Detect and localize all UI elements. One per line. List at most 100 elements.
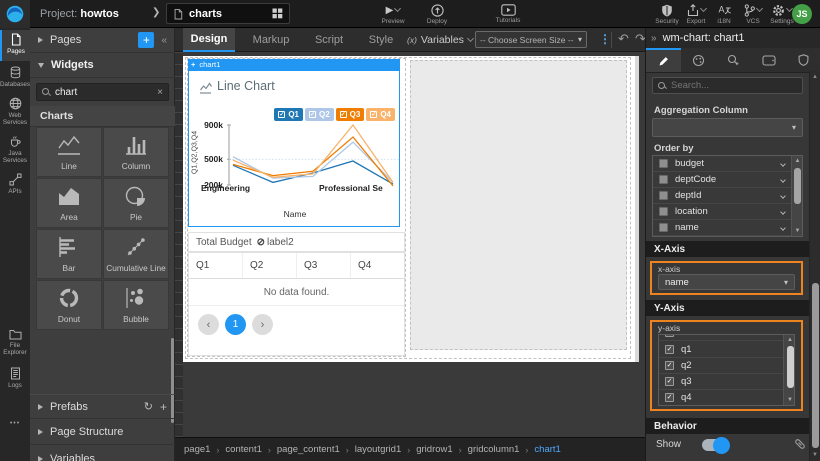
add-page-button[interactable]: + xyxy=(138,32,154,48)
breadcrumb-page1[interactable]: page1 xyxy=(184,444,210,455)
table-header-q3[interactable]: Q3 xyxy=(297,253,351,278)
order-item-deptcode[interactable]: deptCode xyxy=(653,172,791,188)
widget-bubble[interactable]: Bubble xyxy=(103,280,169,330)
scroll-up-icon[interactable]: ▲ xyxy=(810,74,820,80)
scroll-down-icon[interactable]: ▼ xyxy=(792,228,803,234)
move-handle-icon[interactable]: + xyxy=(191,60,195,69)
chevron-down-icon[interactable] xyxy=(780,161,786,167)
y-item-q3[interactable]: ✓q3 xyxy=(659,374,783,390)
variables-button[interactable]: (x) Variables xyxy=(407,34,473,46)
legend-checkbox-icon[interactable]: ✓ xyxy=(370,111,377,118)
breadcrumb-chart1[interactable]: chart1 xyxy=(534,444,560,455)
canvas-page[interactable]: + chart1 Line Chart ✓Q1 ✓Q2 ✓Q3 ✓Q4 Q1,Q… xyxy=(183,56,635,362)
rail-more-icon[interactable]: ••• xyxy=(0,420,30,427)
canvas-scrollbar[interactable] xyxy=(635,56,639,362)
legend-checkbox-icon[interactable]: ✓ xyxy=(309,111,316,118)
aggregation-column-select[interactable]: ▾ xyxy=(652,118,803,137)
y-item-partial[interactable] xyxy=(659,334,783,341)
widget-pie[interactable]: Pie xyxy=(103,178,169,228)
checkbox-icon[interactable] xyxy=(659,223,668,232)
user-avatar[interactable]: JS xyxy=(792,4,812,24)
scrollbar-thumb[interactable] xyxy=(787,346,794,388)
order-by-list[interactable]: budget deptCode deptId location name ▲ ▼ xyxy=(652,155,803,237)
scrollbar-thumb[interactable] xyxy=(812,283,819,448)
y-axis-section-header[interactable]: Y-Axis xyxy=(646,300,809,316)
order-item-name[interactable]: name xyxy=(653,220,791,236)
clear-search-icon[interactable]: × xyxy=(157,87,163,98)
tab-style[interactable]: Style xyxy=(361,28,401,52)
scroll-up-icon[interactable]: ▲ xyxy=(784,337,795,343)
bind-property-button[interactable] xyxy=(794,438,806,450)
legend-q2[interactable]: ✓Q2 xyxy=(305,108,334,121)
checkbox-icon[interactable] xyxy=(659,191,668,200)
legend-q1[interactable]: ✓Q1 xyxy=(274,108,303,121)
toggle-knob[interactable] xyxy=(713,437,730,454)
table-header-q4[interactable]: Q4 xyxy=(351,253,404,278)
behavior-section-header[interactable]: Behavior xyxy=(646,418,809,434)
line-chart-preview[interactable]: Line Chart ✓Q1 ✓Q2 ✓Q3 ✓Q4 Q1,Q2,Q3,Q4 9… xyxy=(188,70,400,227)
scroll-up-icon[interactable]: ▲ xyxy=(792,158,803,164)
chevron-down-icon[interactable] xyxy=(780,193,786,199)
chevron-down-icon[interactable] xyxy=(780,177,786,183)
breadcrumb-layoutgrid1[interactable]: layoutgrid1 xyxy=(355,444,401,455)
collapse-panel-icon[interactable]: » xyxy=(651,33,657,44)
tab-events[interactable] xyxy=(716,48,751,73)
i18n-button[interactable]: A i18N xyxy=(708,2,740,26)
order-item-budget[interactable]: budget xyxy=(653,156,791,172)
rail-item-apis[interactable]: APIs xyxy=(0,170,30,200)
deploy-button[interactable]: Deploy xyxy=(418,2,456,26)
checkbox-checked-icon[interactable]: ✓ xyxy=(665,361,674,370)
pagination-prev-button[interactable]: ‹ xyxy=(198,314,219,335)
pagination-page-1[interactable]: 1 xyxy=(225,314,246,335)
legend-checkbox-icon[interactable]: ✓ xyxy=(278,111,285,118)
rail-item-java-services[interactable]: Java Services xyxy=(0,132,30,168)
breadcrumb-content1[interactable]: content1 xyxy=(225,444,261,455)
legend-q4[interactable]: ✓Q4 xyxy=(366,108,395,121)
add-prefab-icon[interactable]: + xyxy=(160,400,167,414)
pages-section-row[interactable]: Pages + « xyxy=(30,28,175,53)
legend-checkbox-icon[interactable]: ✓ xyxy=(340,111,347,118)
gridcolumn-empty[interactable] xyxy=(410,60,627,350)
tab-markup[interactable]: Markup xyxy=(247,28,295,52)
y-item-q1[interactable]: ✓q1 xyxy=(659,342,783,358)
chevron-down-icon[interactable] xyxy=(780,225,786,231)
tab-design[interactable]: Design xyxy=(183,28,235,52)
properties-search-box[interactable] xyxy=(652,77,803,94)
prefabs-section-row[interactable]: Prefabs ↻ + xyxy=(30,394,175,419)
widget-area[interactable]: Area xyxy=(36,178,102,228)
x-axis-select[interactable]: name ▾ xyxy=(658,274,795,290)
legend-q3[interactable]: ✓Q3 xyxy=(336,108,365,121)
grid-apps-icon[interactable] xyxy=(272,8,283,19)
tutorials-button[interactable]: Tutorials xyxy=(486,2,530,26)
chevron-down-icon[interactable] xyxy=(394,5,401,12)
collapse-panel-icon[interactable]: « xyxy=(161,35,167,46)
refresh-prefabs-icon[interactable]: ↻ xyxy=(144,400,153,413)
scrollbar-thumb[interactable] xyxy=(794,168,801,204)
label2-widget[interactable]: label2 xyxy=(267,237,294,248)
panel-scrollbar[interactable]: ▲ ▼ xyxy=(809,71,820,461)
tab-styles[interactable] xyxy=(681,48,716,73)
checkbox-icon[interactable] xyxy=(659,175,668,184)
rail-item-web-services[interactable]: Web Services xyxy=(0,94,30,130)
preview-button[interactable]: ▶ Preview xyxy=(372,2,414,26)
widget-column[interactable]: Column xyxy=(103,127,169,177)
widget-cumulative-line[interactable]: Cumulative Line xyxy=(103,229,169,279)
widget-search-box[interactable]: × xyxy=(36,83,169,101)
y-list-scrollbar[interactable]: ▲ ▼ xyxy=(783,335,795,405)
table-header-q1[interactable]: Q1 xyxy=(189,253,243,278)
rail-item-pages[interactable]: Pages xyxy=(0,30,30,61)
widgets-section-row[interactable]: Widgets xyxy=(30,53,175,78)
widget-search-input[interactable] xyxy=(55,87,152,98)
pagination-next-button[interactable]: › xyxy=(252,314,273,335)
kebab-menu-icon[interactable]: ⋮ xyxy=(599,32,611,46)
table-header-q2[interactable]: Q2 xyxy=(243,253,297,278)
checkbox-checked-icon[interactable]: ✓ xyxy=(665,377,674,386)
chart1-widget[interactable]: + chart1 Line Chart ✓Q1 ✓Q2 ✓Q3 ✓Q4 Q1,Q… xyxy=(188,59,400,227)
tab-properties[interactable] xyxy=(646,48,681,73)
chevron-down-icon[interactable] xyxy=(756,5,763,12)
checkbox-icon[interactable] xyxy=(659,207,668,216)
screen-size-select[interactable]: -- Choose Screen Size -- ▾ xyxy=(475,31,587,48)
checkbox-checked-icon[interactable] xyxy=(665,334,674,337)
tab-device[interactable] xyxy=(751,48,786,73)
order-list-scrollbar[interactable]: ▲ ▼ xyxy=(791,156,803,236)
